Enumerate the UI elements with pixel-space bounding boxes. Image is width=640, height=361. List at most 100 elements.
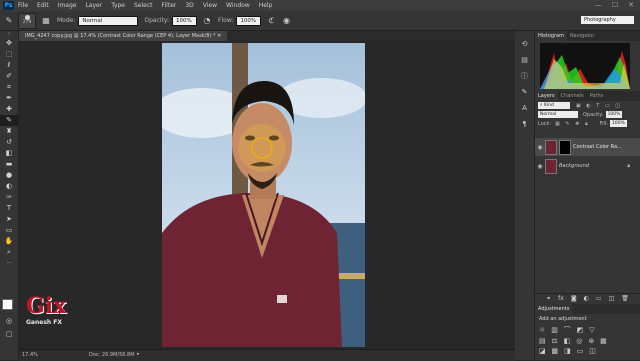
brush-panel-icon[interactable]: ▦ (41, 16, 51, 26)
lock-icons[interactable]: ▦ ✎ ✥ 🔒︎ (555, 121, 590, 127)
posterize-icon[interactable]: ▩ (552, 347, 559, 355)
tab-adjustments[interactable]: Adjustments (535, 304, 573, 314)
brush-preset-icon[interactable]: ✎ (4, 16, 14, 26)
menu-type[interactable]: Type (111, 2, 125, 9)
document-tab[interactable]: IMG_4247 copy.jpg @ 17.4% (Contrast Colo… (19, 31, 228, 41)
levels-icon[interactable]: ▥ (551, 326, 558, 334)
eye-icon[interactable]: ◉ (535, 144, 545, 151)
close-tab-icon[interactable]: ✕ (217, 33, 221, 39)
dodge-icon[interactable]: ◐ (0, 181, 18, 192)
layer-name[interactable]: Background (559, 163, 589, 169)
mode-dropdown[interactable]: Normal (78, 15, 139, 26)
flow-field[interactable]: 100% (236, 15, 262, 26)
maximize-button[interactable]: ☐ (612, 1, 618, 9)
layer-row-background[interactable]: ◉ Background 🔒︎ (535, 157, 640, 175)
eyedropper-icon[interactable]: ✒ (0, 93, 18, 104)
status-arrow-icon[interactable]: ▸ (137, 351, 140, 357)
airbrush-icon[interactable]: ℭ (266, 16, 276, 26)
lasso-icon[interactable]: ℓ (0, 60, 18, 71)
history-panel-icon[interactable]: ⟲ (520, 40, 529, 49)
adjustment-icon[interactable]: ◐ (584, 294, 589, 304)
eye-icon[interactable]: ◉ (535, 163, 545, 170)
brushes-panel-icon[interactable]: ✎ (520, 88, 529, 97)
eraser-icon[interactable]: ◧ (0, 148, 18, 159)
blur-icon[interactable]: ● (0, 170, 18, 181)
foreground-color-swatch[interactable] (2, 299, 13, 310)
layer-filter-dropdown[interactable]: ⌕ Kind (538, 102, 570, 109)
info-panel-icon[interactable]: ⓘ (520, 72, 529, 81)
menu-file[interactable]: File (18, 2, 28, 9)
opacity-pressure-icon[interactable]: ◔ (202, 16, 212, 26)
threshold-icon[interactable]: ◨ (564, 347, 571, 355)
zoom-icon[interactable]: ⌕ (0, 247, 18, 258)
history-brush-icon[interactable]: ↺ (0, 137, 18, 148)
marquee-icon[interactable]: ⬚ (0, 49, 18, 60)
menu-window[interactable]: Window (226, 2, 250, 9)
fill-field[interactable]: 100% (610, 120, 627, 127)
move-icon[interactable]: ✥ (0, 38, 18, 49)
brightness-icon[interactable]: ☼ (539, 326, 545, 334)
close-button[interactable]: ✕ (628, 1, 634, 9)
new-layer-icon[interactable]: ◫ (609, 294, 615, 304)
tab-layers[interactable]: Layers (535, 91, 558, 101)
type-icon[interactable]: T (0, 203, 18, 214)
menu-filter[interactable]: Filter (162, 2, 177, 9)
properties-panel-icon[interactable]: ▤ (520, 56, 529, 65)
gradient-map-icon[interactable]: ▭ (577, 347, 584, 355)
group-icon[interactable]: ▭ (596, 294, 602, 304)
layer-mask-thumbnail[interactable] (559, 139, 571, 155)
tab-navigator[interactable]: Navigator (567, 31, 597, 41)
zoom-level[interactable]: 17.4% (22, 352, 38, 358)
menu-edit[interactable]: Edit (37, 2, 49, 9)
blend-mode-dropdown[interactable]: Normal (538, 111, 578, 118)
more-tools-icon[interactable]: ··· (0, 258, 18, 269)
document-canvas[interactable] (162, 43, 365, 347)
curves-icon[interactable]: ⌒ (564, 326, 571, 334)
path-select-icon[interactable]: ➤ (0, 214, 18, 225)
filter-icons[interactable]: ▣ ◐ T ▭ ◫ (576, 103, 622, 109)
tab-channels[interactable]: Channels (558, 91, 587, 101)
add-mask-icon[interactable]: ◙ (571, 294, 577, 304)
link-icon[interactable]: ⚭ (546, 294, 551, 304)
layer-row-contrast[interactable]: ◉ Contrast Color Ra... (535, 138, 640, 156)
clone-stamp-icon[interactable]: ♜ (0, 126, 18, 137)
healing-icon[interactable]: ✚ (0, 104, 18, 115)
layer-opacity-field[interactable]: 100% (605, 111, 623, 118)
menu-3d[interactable]: 3D (185, 2, 193, 9)
size-pressure-icon[interactable]: ◉ (281, 16, 291, 26)
color-lookup-icon[interactable]: ▦ (600, 337, 607, 345)
photo-filter-icon[interactable]: ◎ (576, 337, 582, 345)
channel-mixer-icon[interactable]: ⊛ (588, 337, 594, 345)
selective-color-icon[interactable]: ◫ (589, 347, 596, 355)
opacity-field[interactable]: 100% (172, 15, 198, 26)
layer-name[interactable]: Contrast Color Ra... (573, 144, 622, 150)
menu-image[interactable]: Image (58, 2, 77, 9)
menu-layer[interactable]: Layer (85, 2, 102, 9)
menu-select[interactable]: Select (134, 2, 153, 9)
fx-icon[interactable]: fx (558, 294, 564, 304)
invert-icon[interactable]: ◪ (539, 347, 546, 355)
pen-icon[interactable]: ✑ (0, 192, 18, 203)
quick-mask-icon[interactable]: ◎ (0, 316, 18, 327)
tab-histogram[interactable]: Histogram (535, 31, 567, 41)
screen-mode-icon[interactable]: ▢ (0, 329, 18, 340)
paragraph-panel-icon[interactable]: ¶ (520, 120, 529, 129)
workspace-dropdown[interactable]: Photography (581, 16, 634, 24)
menu-view[interactable]: View (203, 2, 217, 9)
exposure-icon[interactable]: ◩ (577, 326, 584, 334)
brush-icon[interactable]: ✎ (0, 115, 18, 126)
color-balance-icon[interactable]: ⚖ (552, 337, 558, 345)
character-panel-icon[interactable]: A (520, 104, 529, 113)
minimize-button[interactable]: — (595, 1, 602, 9)
tab-paths[interactable]: Paths (587, 91, 607, 101)
hand-icon[interactable]: ✋ (0, 236, 18, 247)
trash-icon[interactable]: 🗑︎ (621, 294, 629, 304)
vibrance-icon[interactable]: ▽ (589, 326, 594, 334)
menu-help[interactable]: Help (259, 2, 273, 9)
gradient-icon[interactable]: ▬ (0, 159, 18, 170)
crop-icon[interactable]: ⌗ (0, 82, 18, 93)
brush-size-picker[interactable]: 279 (18, 12, 36, 29)
quick-select-icon[interactable]: ✐ (0, 71, 18, 82)
toolbar-grip-icon[interactable]: » (0, 31, 18, 38)
hue-saturation-icon[interactable]: ▤ (539, 337, 546, 345)
